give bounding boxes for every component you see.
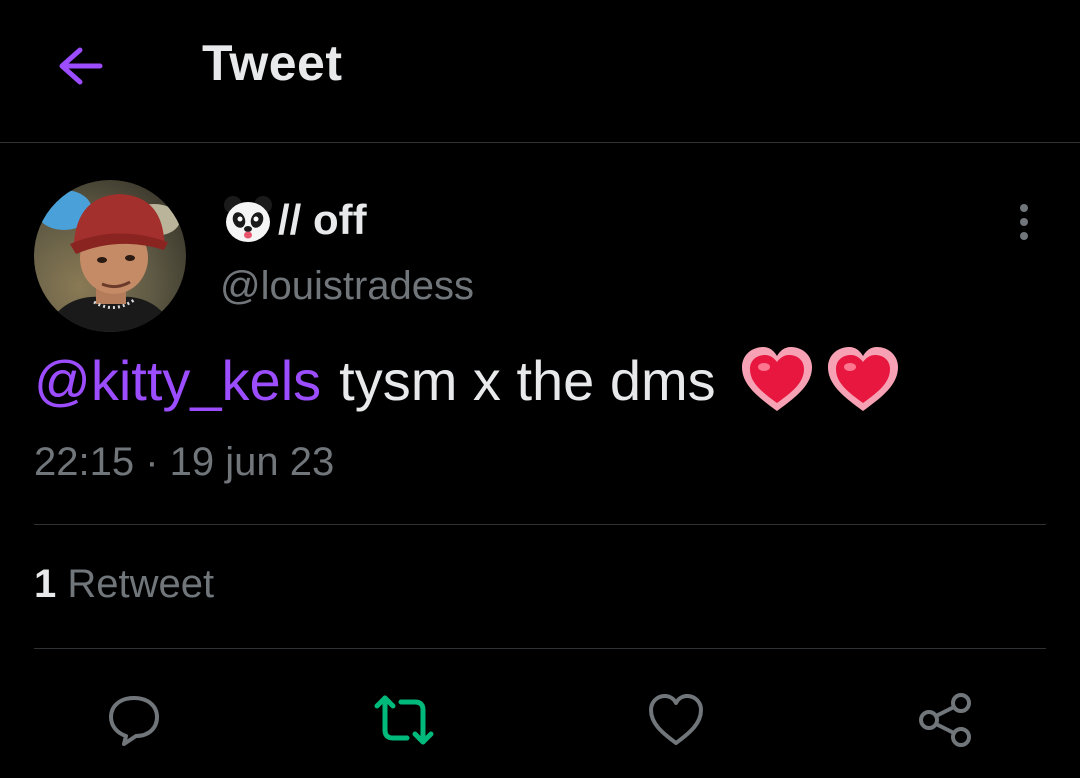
more-dot-icon xyxy=(1020,204,1028,212)
divider xyxy=(34,524,1046,525)
display-name[interactable]: // off xyxy=(222,192,367,248)
back-button[interactable] xyxy=(50,40,110,92)
heart-emoji-icon xyxy=(827,347,898,411)
emoji-group xyxy=(738,345,902,415)
retweet-count: 1 xyxy=(34,562,57,606)
user-handle[interactable]: @louistradess xyxy=(220,264,474,309)
retweet-icon xyxy=(374,695,434,745)
like-button[interactable] xyxy=(644,688,708,752)
display-name-text: // off xyxy=(278,196,367,243)
retweet-stats[interactable]: 1 Retweet xyxy=(34,562,214,607)
more-dot-icon xyxy=(1020,218,1028,226)
share-button[interactable] xyxy=(914,688,978,752)
mention-link[interactable]: @kitty_kels xyxy=(34,348,321,413)
heart-icon xyxy=(649,694,703,745)
top-app-bar: Tweet xyxy=(0,0,1080,143)
heart-emoji-icon xyxy=(741,347,812,411)
avatar[interactable] xyxy=(34,180,186,332)
panda-emoji-icon xyxy=(224,196,272,242)
tweet-timestamp[interactable]: 22:15 · 19 jun 23 xyxy=(34,440,334,485)
retweet-label: Retweet xyxy=(67,562,215,606)
arrow-left-icon xyxy=(59,47,103,85)
tweet-body: @kitty_kels tysm x the dms xyxy=(34,342,902,418)
avatar-image xyxy=(34,180,186,332)
tweet-text: tysm x the dms xyxy=(339,348,716,412)
reply-button[interactable] xyxy=(102,688,166,752)
divider xyxy=(34,648,1046,649)
tweet-detail-screen: Tweet // off @louistradess @kitty_kels t… xyxy=(0,0,1080,778)
more-dot-icon xyxy=(1020,232,1028,240)
reply-icon xyxy=(109,696,159,746)
retweet-button[interactable] xyxy=(372,688,436,752)
more-options-button[interactable] xyxy=(1004,200,1044,244)
page-title: Tweet xyxy=(202,35,343,91)
share-icon xyxy=(919,693,971,747)
